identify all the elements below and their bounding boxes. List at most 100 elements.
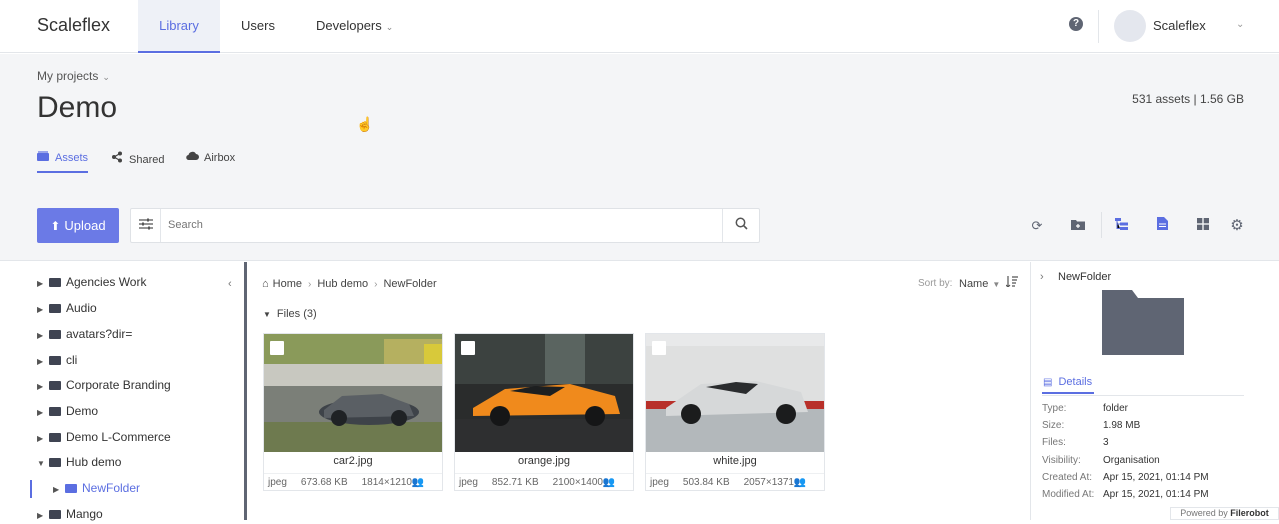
detail-label: Modified At: xyxy=(1042,489,1095,500)
file-name[interactable]: orange.jpg xyxy=(455,455,633,467)
tree-item[interactable]: ▶ Agencies Work xyxy=(37,274,146,290)
sort-select[interactable]: Name ▼ xyxy=(959,278,1000,290)
expand-arrow-icon[interactable]: ▶ xyxy=(37,354,49,370)
detail-row: Created At: Apr 15, 2021, 01:14 PM xyxy=(1042,472,1209,483)
tree-item[interactable]: ▶ Demo L-Commerce xyxy=(37,429,171,445)
help-icon[interactable]: ? xyxy=(1069,17,1083,31)
sort-icon[interactable] xyxy=(1005,276,1018,290)
search-input[interactable] xyxy=(168,209,708,242)
avatar[interactable] xyxy=(1114,10,1146,42)
folder-icon xyxy=(49,356,61,365)
detail-value: 1.98 MB xyxy=(1103,420,1141,431)
refresh-icon[interactable]: ⟳ xyxy=(1028,217,1046,235)
details-doc-icon: ▤ xyxy=(1043,377,1053,388)
upload-button[interactable]: ⬆ Upload xyxy=(37,208,119,243)
file-dimensions: 2100×1400 xyxy=(552,477,603,488)
tab-assets[interactable]: Assets xyxy=(37,151,89,173)
expand-arrow-icon[interactable]: ▶ xyxy=(37,405,49,421)
powered-brand: Filerobot xyxy=(1230,508,1269,518)
people-icon: 👥 xyxy=(793,477,806,488)
tab-shared[interactable]: Shared xyxy=(111,151,164,173)
cloud-icon xyxy=(186,151,199,164)
collapse-arrow-icon[interactable]: ▼ xyxy=(37,456,49,472)
tab-airbox[interactable]: Airbox xyxy=(186,151,235,173)
expand-arrow-icon[interactable]: ▶ xyxy=(37,508,49,524)
tree-item-label: avatars?dir= xyxy=(66,327,133,341)
file-card[interactable]: white.jpg jpeg 503.84 KB 2057×1371 👥 xyxy=(645,333,825,491)
detail-row: Size: 1.98 MB xyxy=(1042,420,1140,431)
tree-item-label: Demo L-Commerce xyxy=(66,430,171,444)
file-name[interactable]: white.jpg xyxy=(646,455,824,467)
expand-arrow-icon[interactable]: ▶ xyxy=(37,431,49,447)
tab-airbox-label: Airbox xyxy=(204,152,236,164)
tree-item[interactable]: ▶ Audio xyxy=(37,300,97,316)
detail-value: folder xyxy=(1103,403,1129,414)
file-name[interactable]: car2.jpg xyxy=(264,455,442,467)
select-checkbox[interactable] xyxy=(461,341,475,355)
tab-developers[interactable]: Developers ⌄ xyxy=(295,0,414,53)
search-icon[interactable] xyxy=(722,209,759,242)
tree-item[interactable]: ▶ cli xyxy=(37,352,77,368)
powered-by-badge[interactable]: Powered by Filerobot xyxy=(1170,507,1279,520)
folder-icon xyxy=(49,407,61,416)
tab-details[interactable]: ▤ Details xyxy=(1042,376,1094,394)
page-title: Demo xyxy=(37,91,118,124)
file-thumbnail[interactable] xyxy=(264,334,442,452)
expand-arrow-icon[interactable]: ▶ xyxy=(37,328,49,344)
folder-icon xyxy=(65,484,77,493)
tab-developers-label: Developers xyxy=(316,18,382,33)
select-checkbox[interactable] xyxy=(652,341,666,355)
folder-icon xyxy=(49,458,61,467)
tab-library[interactable]: Library xyxy=(138,0,220,53)
detail-row: Modified At: Apr 15, 2021, 01:14 PM xyxy=(1042,489,1209,500)
tree-item-label: Mango xyxy=(66,507,103,521)
assets-icon xyxy=(37,151,49,164)
tab-users[interactable]: Users xyxy=(220,0,296,53)
tree-item[interactable]: ▶ Demo xyxy=(37,403,98,419)
grid-view-icon[interactable] xyxy=(1194,217,1212,235)
tree-item-selected[interactable]: ▶ NewFolder xyxy=(53,480,140,496)
file-type: jpeg xyxy=(268,477,287,488)
breadcrumb-newfolder[interactable]: NewFolder xyxy=(383,278,436,290)
detail-label: Created At: xyxy=(1042,472,1093,483)
chevron-down-icon: ⌄ xyxy=(102,72,110,82)
tree-item-label: Audio xyxy=(66,301,97,315)
tree-view-icon[interactable] xyxy=(1112,217,1130,235)
tree-item-label: NewFolder xyxy=(82,481,141,495)
tree-item[interactable]: ▶ Corporate Branding xyxy=(37,377,171,393)
files-section-header[interactable]: ▼ Files (3) xyxy=(263,308,317,320)
tree-item[interactable]: ▼ Hub demo xyxy=(37,454,121,470)
new-folder-icon[interactable] xyxy=(1069,217,1087,235)
tree-item[interactable]: ▶ avatars?dir= xyxy=(37,326,132,342)
file-thumbnail[interactable] xyxy=(455,334,633,452)
expand-arrow-icon[interactable]: ▶ xyxy=(53,482,65,498)
file-thumbnail[interactable] xyxy=(646,334,824,452)
expand-arrow-icon[interactable]: ▶ xyxy=(37,302,49,318)
settings-icon[interactable]: ⚙ xyxy=(1228,217,1246,235)
brand-logo[interactable]: Scaleflex xyxy=(37,15,110,36)
breadcrumb-home[interactable]: Home xyxy=(273,278,302,290)
breadcrumb-hub-demo[interactable]: Hub demo xyxy=(317,278,368,290)
breadcrumb-label: My projects xyxy=(37,69,99,83)
powered-prefix: Powered by xyxy=(1180,508,1228,518)
file-size: 673.68 KB xyxy=(300,477,348,488)
detail-row: Visibility: Organisation xyxy=(1042,455,1160,466)
folder-icon xyxy=(49,304,61,313)
expand-arrow-icon[interactable]: ▶ xyxy=(37,379,49,395)
chevron-left-icon[interactable]: ‹ xyxy=(228,278,232,290)
user-name[interactable]: Scaleflex xyxy=(1153,18,1206,33)
chevron-down-icon[interactable]: ⌄ xyxy=(1236,19,1244,30)
divider xyxy=(1098,10,1099,43)
file-card[interactable]: car2.jpg jpeg 673.68 KB 1814×1210 👥 xyxy=(263,333,443,491)
file-browser: ⌂ Home › Hub demo › NewFolder Sort by: Name ▼ … xyxy=(250,262,1030,520)
detail-row: Type: folder xyxy=(1042,403,1128,414)
details-view-icon[interactable] xyxy=(1153,217,1171,235)
file-card[interactable]: orange.jpg jpeg 852.71 KB 2100×1400 👥 xyxy=(454,333,634,491)
home-icon[interactable]: ⌂ xyxy=(262,278,269,290)
select-checkbox[interactable] xyxy=(270,341,284,355)
project-breadcrumb[interactable]: My projects ⌄ xyxy=(37,69,110,83)
chevron-right-icon[interactable]: › xyxy=(1040,271,1044,283)
filter-icon[interactable] xyxy=(131,209,161,242)
people-icon: 👥 xyxy=(602,477,615,488)
expand-arrow-icon[interactable]: ▶ xyxy=(37,276,49,292)
